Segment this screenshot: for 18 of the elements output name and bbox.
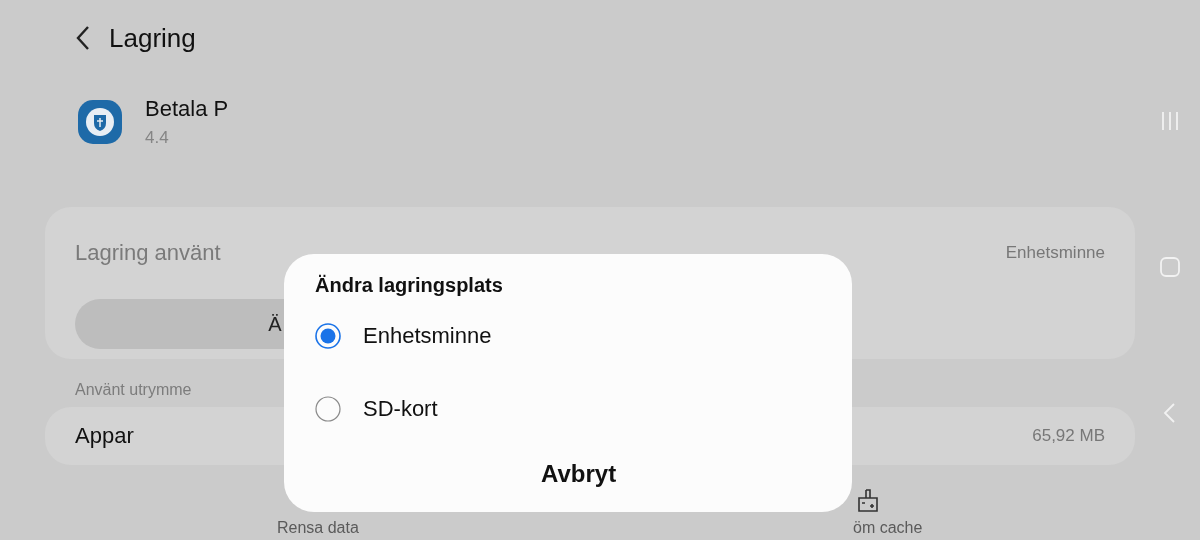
app-version: 4.4 bbox=[145, 128, 170, 148]
radio-button[interactable] bbox=[315, 395, 341, 422]
action-label[interactable]: öm cache bbox=[853, 519, 923, 537]
page-title: Lagring bbox=[109, 22, 196, 54]
radio-button[interactable] bbox=[315, 322, 341, 349]
dialog-title: Ändra lagringsplats bbox=[315, 274, 504, 297]
shield-app-icon bbox=[77, 99, 123, 145]
radio-option[interactable]: SD-kort bbox=[315, 372, 852, 445]
usage-value: 65,92 MB bbox=[1032, 426, 1105, 446]
action-label[interactable]: Rensa data bbox=[277, 519, 359, 537]
usage-label: Appar bbox=[75, 423, 134, 449]
section-label: Använt utrymme bbox=[74, 380, 193, 400]
storage-label: Lagring använt bbox=[75, 240, 221, 266]
app-name: Betala P bbox=[145, 96, 229, 122]
option-label: SD-kort bbox=[363, 395, 438, 422]
storage-location: Enhetsminne bbox=[1005, 243, 1105, 263]
cancel-button[interactable]: Avbryt bbox=[535, 459, 623, 489]
broom-icon[interactable] bbox=[857, 489, 879, 513]
